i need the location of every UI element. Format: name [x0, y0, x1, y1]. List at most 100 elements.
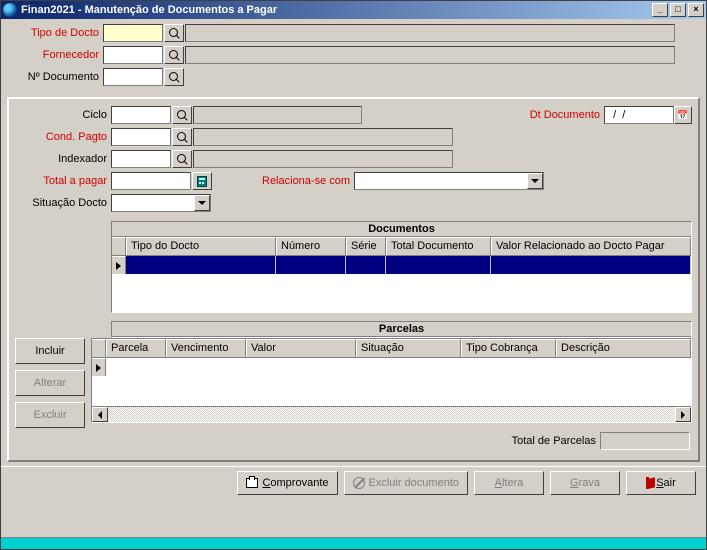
- col-serie[interactable]: Série: [346, 237, 386, 255]
- parcelas-header: Parcela Vencimento Valor Situação Tipo C…: [92, 339, 691, 358]
- arrow-right-icon: [681, 411, 685, 419]
- table-row[interactable]: [126, 256, 691, 274]
- col-parcela[interactable]: Parcela: [106, 339, 166, 357]
- printer-icon: [246, 478, 258, 488]
- total-pagar-label: Total a pagar: [15, 175, 111, 187]
- altera-label: Altera: [495, 477, 524, 489]
- search-icon: [177, 132, 188, 143]
- tipo-docto-label: Tipo de Docto: [7, 27, 103, 39]
- documentos-title: Documentos: [112, 222, 691, 237]
- dt-documento-input[interactable]: [604, 106, 674, 124]
- total-pagar-calc[interactable]: [192, 172, 212, 190]
- parcelas-hscroll[interactable]: [92, 406, 691, 422]
- relaciona-value: [355, 173, 527, 189]
- search-icon: [169, 72, 180, 83]
- col-vencimento[interactable]: Vencimento: [166, 339, 246, 357]
- situacao-docto-combo[interactable]: [111, 194, 211, 212]
- col-situacao[interactable]: Situação: [356, 339, 461, 357]
- dt-documento-calendar[interactable]: 📅: [674, 106, 692, 124]
- arrow-left-icon: [98, 411, 102, 419]
- total-pagar-input[interactable]: [111, 172, 191, 190]
- incluir-button[interactable]: Incluir: [15, 338, 85, 364]
- situacao-docto-label: Situação Docto: [15, 197, 111, 209]
- comprovante-label: omprovante: [270, 477, 328, 489]
- sair-button[interactable]: Sair: [626, 471, 696, 495]
- cond-pagto-desc: [193, 128, 453, 146]
- grava-button[interactable]: Grava: [550, 471, 620, 495]
- col-numero[interactable]: Número: [276, 237, 346, 255]
- sair-label: Sair: [656, 477, 676, 489]
- comprovante-button[interactable]: Comprovante: [237, 471, 337, 495]
- num-documento-input[interactable]: [103, 68, 163, 86]
- altera-button[interactable]: Altera: [474, 471, 544, 495]
- total-parcelas-value: [600, 432, 690, 450]
- scroll-left-button[interactable]: [92, 407, 108, 422]
- num-documento-lookup[interactable]: [164, 68, 184, 86]
- col-tipo-cobranca[interactable]: Tipo Cobrança: [461, 339, 556, 357]
- row-indicator: [112, 256, 126, 274]
- col-total-documento[interactable]: Total Documento: [386, 237, 491, 255]
- excluir-button[interactable]: Excluir: [15, 402, 85, 428]
- indexador-input[interactable]: [111, 150, 171, 168]
- parcelas-title: Parcelas: [112, 322, 691, 337]
- scroll-right-button[interactable]: [675, 407, 691, 422]
- ciclo-label: Ciclo: [15, 109, 111, 121]
- chevron-down-icon: [531, 179, 539, 183]
- parcelas-buttons: Incluir Alterar Excluir: [15, 338, 85, 428]
- maximize-button[interactable]: □: [670, 3, 686, 17]
- main-panel: Ciclo Dt Documento 📅 Cond. Pagto Indexad…: [7, 97, 700, 462]
- col-tipo-docto[interactable]: Tipo do Docto: [126, 237, 276, 255]
- total-parcelas-label: Total de Parcelas: [512, 435, 596, 447]
- row-indicator-header: [92, 339, 106, 357]
- search-icon: [177, 110, 188, 121]
- current-row-icon: [96, 364, 101, 372]
- col-valor[interactable]: Valor: [246, 339, 356, 357]
- documentos-body[interactable]: [112, 256, 691, 312]
- relaciona-combo[interactable]: [354, 172, 544, 190]
- relaciona-label: Relaciona-se com: [262, 175, 354, 187]
- search-icon: [169, 50, 180, 61]
- parcelas-section: Parcelas Incluir Alterar Excluir Parcela: [15, 321, 692, 428]
- calculator-icon: [197, 176, 207, 187]
- status-bar: [1, 537, 706, 549]
- dt-documento-label: Dt Documento: [530, 109, 604, 121]
- ciclo-lookup[interactable]: [172, 106, 192, 124]
- relaciona-dropdown[interactable]: [527, 173, 543, 189]
- minimize-button[interactable]: _: [652, 3, 668, 17]
- fornecedor-lookup[interactable]: [164, 46, 184, 64]
- excluir-documento-button[interactable]: Excluir documento: [344, 471, 469, 495]
- total-parcelas-row: Total de Parcelas: [15, 428, 692, 454]
- chevron-down-icon: [198, 201, 206, 205]
- alterar-button[interactable]: Alterar: [15, 370, 85, 396]
- scroll-track[interactable]: [108, 407, 675, 422]
- indexador-label: Indexador: [15, 153, 111, 165]
- num-documento-label: Nº Documento: [7, 71, 103, 83]
- tipo-docto-input[interactable]: [103, 24, 163, 42]
- parcelas-body[interactable]: [92, 358, 691, 406]
- ciclo-desc: [193, 106, 362, 124]
- fornecedor-input[interactable]: [103, 46, 163, 64]
- row-indicator-header: [112, 237, 126, 255]
- row-indicator: [92, 358, 106, 376]
- tipo-docto-desc: [185, 24, 675, 42]
- exit-icon: [646, 477, 649, 489]
- grava-label: Grava: [570, 477, 600, 489]
- col-valor-relacionado[interactable]: Valor Relacionado ao Docto Pagar: [491, 237, 691, 255]
- indexador-lookup[interactable]: [172, 150, 192, 168]
- documentos-section: Documentos Tipo do Docto Número Série To…: [15, 221, 692, 313]
- action-bar: Comprovante Excluir documento Altera Gra…: [1, 466, 706, 499]
- col-descricao[interactable]: Descrição: [556, 339, 691, 357]
- app-icon: [3, 3, 17, 17]
- calendar-icon: 📅: [677, 110, 688, 121]
- situacao-docto-dropdown[interactable]: [194, 195, 210, 211]
- search-icon: [169, 28, 180, 39]
- situacao-docto-value: [112, 195, 194, 211]
- indexador-desc: [193, 150, 453, 168]
- close-button[interactable]: ×: [688, 3, 704, 17]
- search-icon: [177, 154, 188, 165]
- fornecedor-label: Fornecedor: [7, 49, 103, 61]
- cond-pagto-input[interactable]: [111, 128, 171, 146]
- cond-pagto-lookup[interactable]: [172, 128, 192, 146]
- ciclo-input[interactable]: [111, 106, 171, 124]
- tipo-docto-lookup[interactable]: [164, 24, 184, 42]
